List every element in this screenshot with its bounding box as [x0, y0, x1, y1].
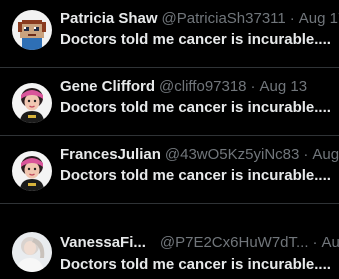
photo-avatar-icon	[12, 232, 52, 272]
tweet-item[interactable]: Patricia Shaw@PatriciaSh37311·Aug 17 Doc…	[0, 0, 339, 68]
tweet-header: Patricia Shaw@PatriciaSh37311·Aug 17	[60, 10, 339, 28]
tweet-timestamp[interactable]: Aug 13	[260, 78, 308, 95]
user-handle[interactable]: @43wO5Kz5yiNc83	[165, 146, 299, 163]
separator-dot: ·	[250, 78, 256, 95]
user-handle[interactable]: @PatriciaSh37311	[162, 10, 286, 27]
user-handle[interactable]: @cliffo97318	[159, 78, 247, 95]
display-name[interactable]: FrancesJulian	[60, 146, 161, 163]
tweet-timestamp[interactable]: Aug	[312, 146, 339, 163]
user-avatar[interactable]	[12, 10, 52, 50]
user-handle[interactable]: @P7E2Cx6HuW7dT...	[160, 234, 309, 251]
tweet-item[interactable]: Gene Clifford @cliffo97318 · Aug 13 Doctors…	[0, 68, 339, 136]
tweet-timestamp[interactable]: Aug 17	[299, 10, 339, 27]
tweet-text: Doctors told me cancer is incurable....	[60, 99, 331, 116]
cartoon-woman-avatar-icon	[12, 151, 52, 191]
tweet-text: Doctors told me cancer is incurable....	[60, 167, 331, 184]
display-name[interactable]: Gene Clifford	[60, 78, 155, 95]
tweet-feed: Patricia Shaw@PatriciaSh37311·Aug 17 Doc…	[0, 0, 339, 279]
display-name[interactable]: Patricia Shaw	[60, 10, 158, 27]
tweet-text: Doctors told me cancer is incurable....	[60, 31, 331, 48]
tweet-timestamp[interactable]: Aug	[322, 234, 339, 251]
user-avatar[interactable]	[12, 232, 52, 272]
tweet-text: Doctors told me cancer is incurable....	[60, 256, 331, 273]
tweet-item[interactable]: VanessaFi... @P7E2Cx6HuW7dT...·Aug Doctor…	[0, 204, 339, 279]
cartoon-woman-avatar-icon	[12, 83, 52, 123]
user-avatar[interactable]	[12, 83, 52, 123]
separator-dot: ·	[289, 10, 295, 27]
separator-dot: ·	[303, 146, 309, 163]
tweet-item[interactable]: FrancesJulian @43wO5Kz5yiNc83 · Aug Doctors…	[0, 136, 339, 204]
tweet-header: VanessaFi... @P7E2Cx6HuW7dT...·Aug	[60, 234, 339, 252]
separator-dot: ·	[312, 234, 318, 251]
pixel-art-avatar-icon	[12, 10, 52, 50]
user-avatar[interactable]	[12, 151, 52, 191]
display-name[interactable]: VanessaFi...	[60, 234, 146, 251]
tweet-header: Gene Clifford @cliffo97318 · Aug 13	[60, 78, 339, 96]
tweet-header: FrancesJulian @43wO5Kz5yiNc83 · Aug	[60, 146, 339, 164]
